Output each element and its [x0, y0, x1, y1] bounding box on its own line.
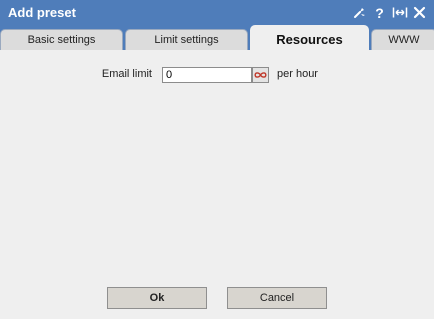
infinity-icon [254, 72, 267, 78]
close-icon[interactable] [411, 4, 428, 21]
email-limit-label: Email limit [101, 68, 152, 80]
add-preset-dialog: Add preset ? Basic settings Limit settin… [0, 0, 434, 319]
infinity-button[interactable] [252, 67, 269, 83]
title-bar-icons: ? [351, 3, 428, 22]
wrench-icon[interactable] [351, 4, 368, 21]
email-limit-row: Email limit per hour [0, 67, 434, 84]
cancel-button[interactable]: Cancel [227, 287, 327, 309]
title-bar: Add preset ? [0, 0, 434, 25]
help-glyph: ? [375, 4, 384, 21]
help-icon[interactable]: ? [371, 4, 388, 21]
email-limit-input[interactable] [162, 67, 252, 83]
ok-button[interactable]: Ok [107, 287, 207, 309]
tab-www[interactable]: WWW [371, 29, 434, 50]
email-limit-unit: per hour [277, 68, 318, 80]
tab-resources[interactable]: Resources [250, 25, 369, 50]
resize-icon[interactable] [391, 4, 408, 21]
dialog-title: Add preset [8, 5, 76, 20]
tab-basic-settings[interactable]: Basic settings [0, 29, 123, 50]
tab-limit-settings[interactable]: Limit settings [125, 29, 248, 50]
tab-strip: Basic settings Limit settings Resources … [0, 25, 434, 50]
